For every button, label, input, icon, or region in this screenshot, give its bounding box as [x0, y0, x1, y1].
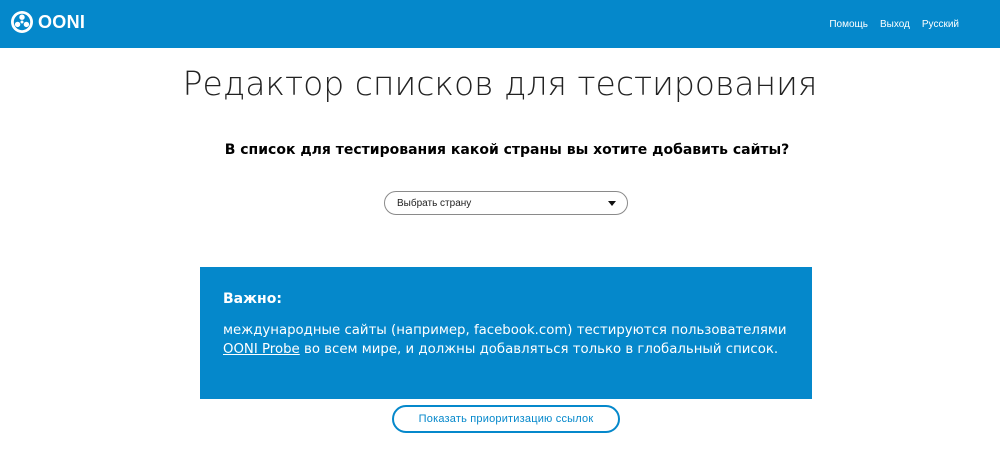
notice-title: Важно: [223, 291, 282, 307]
ooni-logo-icon [11, 11, 33, 33]
country-question: В список для тестирования какой страны в… [224, 142, 790, 158]
nav-link-language[interactable]: Русский [922, 19, 959, 30]
notice-body: международные сайты (например, facebook.… [223, 321, 789, 359]
country-select-value: Выбрать страну [397, 197, 472, 209]
ooni-probe-link[interactable]: OONI Probe [223, 342, 300, 357]
notice-text-before-link: международные сайты (например, facebook.… [223, 323, 787, 338]
country-select[interactable]: Выбрать страну [384, 191, 628, 215]
nav-link-help[interactable]: Помощь [829, 19, 868, 30]
notice-text-after-link: во всем мире, и должны добавляться тольк… [299, 342, 779, 357]
page-title: Редактор списков для тестирования [182, 64, 818, 103]
important-notice: Важно: международные сайты (например, fa… [200, 267, 812, 399]
ooni-logo[interactable]: OONI [10, 10, 85, 34]
nav-links: Помощь Выход Русский [817, 0, 959, 48]
caret-down-icon [608, 201, 616, 206]
nav-link-logout[interactable]: Выход [880, 19, 910, 30]
show-url-prioritization-button[interactable]: Показать приоритизацию ссылок [392, 405, 620, 433]
top-navbar: OONI Помощь Выход Русский [0, 0, 1000, 48]
logo-text: OONI [38, 12, 86, 32]
